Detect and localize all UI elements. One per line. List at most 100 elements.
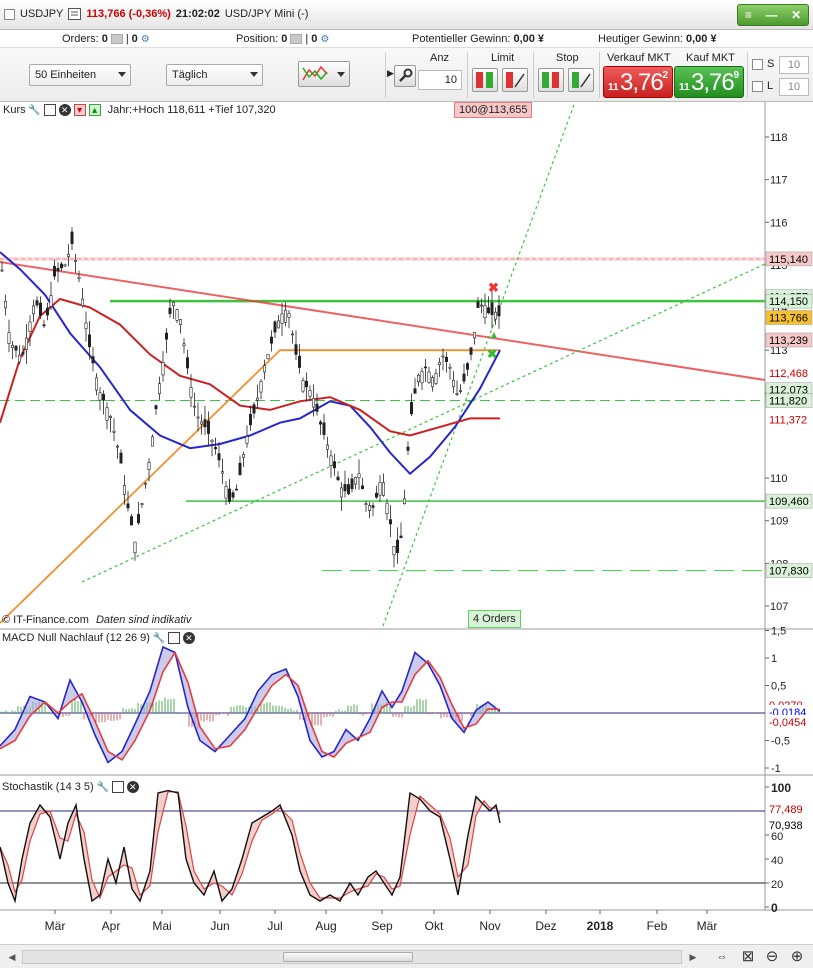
candle-body <box>245 436 249 444</box>
window-icon[interactable] <box>167 632 180 644</box>
candle-body <box>311 398 315 408</box>
list-icon[interactable] <box>68 8 82 20</box>
window-icon[interactable] <box>43 104 56 116</box>
sell-label: Verkauf MKT <box>607 52 671 64</box>
buy-market-button[interactable]: 11 3,76 9 <box>674 66 744 98</box>
short-checkbox[interactable] <box>752 59 763 70</box>
candle-body <box>308 390 312 397</box>
candle-body <box>339 487 343 498</box>
candle-body <box>67 253 71 257</box>
sell-market-button[interactable]: 11 3,76 2 <box>603 66 673 98</box>
candle-body <box>353 477 357 485</box>
stop-sell-button[interactable] <box>568 68 594 92</box>
quantity-input[interactable]: 10 <box>418 70 462 90</box>
position-summary: Position: 0 | 0 ⚙ <box>236 33 330 45</box>
orders-count-tag[interactable]: 4 Orders <box>468 610 521 628</box>
candle-body <box>123 485 127 495</box>
candle-body <box>52 266 56 277</box>
price-tag-label: 111,820 <box>769 395 807 407</box>
select-checkbox[interactable] <box>4 8 15 20</box>
candle-body <box>200 421 204 425</box>
wrench-icon[interactable]: 🔧 <box>153 632 165 644</box>
order-level-tag[interactable]: 100@113,655 <box>454 102 533 118</box>
chart-area[interactable]: ✖✖▲ 118117116115114113112110109108107115… <box>0 102 813 944</box>
price-tag-label: 109,460 <box>769 496 809 508</box>
candle-body <box>476 301 480 308</box>
zoom-area-icon[interactable]: ⊠ <box>738 947 758 967</box>
minimize-icon[interactable]: — <box>765 8 777 22</box>
year-range-text: Jahr:+Hoch 118,611 +Tief 107,320 <box>107 104 276 116</box>
close-icon[interactable]: ✕ <box>791 8 801 22</box>
limit-buy-button[interactable] <box>472 68 498 92</box>
orders-grid-icon[interactable] <box>110 34 123 44</box>
candle-body <box>238 462 242 476</box>
scroll-right-icon[interactable]: ▶ <box>685 949 701 965</box>
candle-body <box>378 482 382 496</box>
chart-canvas[interactable]: ✖✖▲ 118117116115114113112110109108107115… <box>0 102 813 944</box>
orders-value-2: 0 <box>131 33 138 45</box>
sell-order-icon[interactable]: ▾ <box>73 104 86 116</box>
candle-body <box>301 380 305 392</box>
chart-type-button[interactable] <box>298 61 350 87</box>
macd-tick-label: 1 <box>771 653 777 665</box>
gear-icon[interactable]: ⚙ <box>141 34 150 45</box>
zoom-out-icon[interactable]: ⊖ <box>762 947 782 967</box>
candle-body <box>221 471 225 474</box>
candle-body <box>11 344 15 348</box>
wrench-button[interactable] <box>394 65 416 87</box>
grip-icon[interactable]: ≡ <box>745 8 752 22</box>
month-label: Jun <box>210 919 229 933</box>
wrench-icon[interactable]: 🔧 <box>28 104 40 116</box>
candle-body <box>392 546 396 556</box>
month-label: Mär <box>697 919 718 933</box>
zoom-in-icon[interactable]: ⊕ <box>787 947 807 967</box>
expand-icon[interactable]: ⇔ <box>712 947 732 967</box>
candle-body <box>95 377 99 391</box>
price-tag-label: 113,766 <box>769 313 808 325</box>
stop-buy-button[interactable] <box>538 68 564 92</box>
stoch-tick-label: 0 <box>771 901 778 915</box>
wrench-icon[interactable]: 🔧 <box>97 781 109 793</box>
candle-body <box>105 407 109 421</box>
price-panel-title: Kurs <box>3 104 26 116</box>
candle-body <box>38 302 42 316</box>
period-select[interactable]: Täglich <box>166 64 263 86</box>
data-note: Daten sind indikativ <box>95 614 192 626</box>
candle-body <box>31 305 35 315</box>
price-tick-label: 117 <box>770 175 788 187</box>
candle-body <box>119 452 123 464</box>
uptrend-line <box>81 263 765 583</box>
price-tick-label: 107 <box>770 601 788 613</box>
gear-icon[interactable]: ⚙ <box>320 34 329 45</box>
stoch-title: Stochastik (14 3 5) <box>2 781 94 793</box>
candle-body <box>367 505 371 511</box>
long-quantity-input[interactable]: 10 <box>779 78 809 96</box>
stoch-tick-label: 60 <box>771 831 783 843</box>
window-icon[interactable] <box>111 781 124 793</box>
candle-body <box>144 482 148 485</box>
long-checkbox[interactable] <box>752 81 763 92</box>
position-grid-icon[interactable] <box>290 34 303 44</box>
scroll-thumb[interactable] <box>283 952 413 962</box>
candle-body <box>259 381 263 393</box>
candle-body <box>17 354 21 363</box>
scroll-left-icon[interactable]: ◀ <box>4 949 20 965</box>
month-label: Aug <box>315 919 336 933</box>
units-select[interactable]: 50 Einheiten <box>29 64 131 86</box>
close-icon[interactable]: ✕ <box>126 781 139 793</box>
short-quantity-input[interactable]: 10 <box>779 56 809 74</box>
candle-body <box>469 347 473 355</box>
candle-body <box>147 462 151 470</box>
candle-body <box>165 332 169 340</box>
buy-order-icon[interactable]: ▴ <box>88 104 101 116</box>
macd-tick-label: -0,5 <box>771 736 790 748</box>
candle-body <box>56 267 60 272</box>
scroll-track[interactable] <box>22 950 682 964</box>
price-panel-footer: © IT-Finance.com Daten sind indikativ <box>2 614 191 626</box>
limit-label: Limit <box>491 52 515 64</box>
candle-body <box>294 344 298 355</box>
close-icon[interactable]: ✕ <box>58 104 71 116</box>
expand-arrow-icon[interactable]: ▶ <box>387 68 394 79</box>
limit-sell-button[interactable] <box>502 68 528 92</box>
close-icon[interactable]: ✕ <box>182 632 195 644</box>
